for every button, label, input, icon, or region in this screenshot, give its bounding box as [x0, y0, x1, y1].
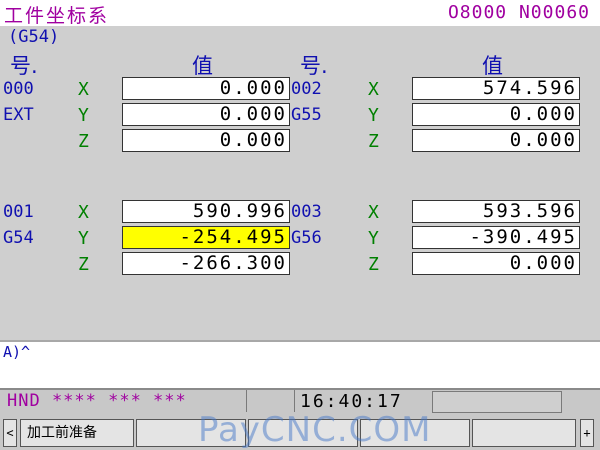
col-header-value-left: 值 [192, 54, 213, 78]
offset-value-field[interactable]: 590.996 [122, 200, 290, 223]
axis-label: Y [78, 105, 89, 126]
screen-title: 工件坐标系 [4, 5, 110, 27]
axis-label: Z [368, 254, 379, 275]
offset-value-field-selected[interactable]: -254.495 [122, 226, 290, 249]
offset-value-field[interactable]: 0.000 [412, 103, 580, 126]
offset-value-field[interactable]: 0.000 [122, 103, 290, 126]
group-number: 000 [3, 79, 34, 99]
col-header-value-right: 值 [482, 54, 503, 78]
axis-label: X [368, 202, 379, 223]
status-divider [294, 390, 295, 412]
axis-label: Y [368, 105, 379, 126]
clock: 16:40:17 [300, 391, 403, 412]
status-divider [246, 390, 247, 412]
program-number: O8000 N00060 [447, 2, 590, 23]
group-number: 001 [3, 202, 34, 222]
offset-value-field[interactable]: 574.596 [412, 77, 580, 100]
col-header-no-right: 号. [300, 54, 328, 78]
offset-value-field[interactable]: -266.300 [122, 252, 290, 275]
offset-value-field[interactable]: 0.000 [412, 252, 580, 275]
axis-label: X [368, 79, 379, 100]
axis-label: Z [78, 131, 89, 152]
input-buffer[interactable]: A)^ [3, 343, 30, 361]
softkey-machining-prep[interactable]: 加工前准备 [20, 419, 134, 447]
group-name: G54 [3, 228, 34, 248]
group-name: G55 [291, 105, 322, 125]
offset-value-field[interactable]: -390.495 [412, 226, 580, 249]
axis-label: X [78, 202, 89, 223]
offset-value-field[interactable]: 593.596 [412, 200, 580, 223]
current-system-label: (G54) [8, 27, 60, 47]
group-name: G56 [291, 228, 322, 248]
col-header-no-left: 号. [10, 54, 38, 78]
softkey-prev-button[interactable]: < [3, 419, 17, 447]
group-number: 002 [291, 79, 322, 99]
softkey-empty[interactable] [472, 419, 576, 447]
axis-label: X [78, 79, 89, 100]
axis-label: Z [78, 254, 89, 275]
softkey-next-button[interactable]: + [580, 419, 594, 447]
axis-label: Z [368, 131, 379, 152]
offset-value-field[interactable]: 0.000 [122, 77, 290, 100]
offset-value-field[interactable]: 0.000 [122, 129, 290, 152]
group-name: EXT [3, 105, 34, 125]
mode-status: HND **** *** *** [7, 391, 187, 411]
group-number: 003 [291, 202, 322, 222]
axis-label: Y [78, 228, 89, 249]
offset-value-field[interactable]: 0.000 [412, 129, 580, 152]
watermark: PayCNC.COM [198, 410, 432, 450]
status-field [432, 391, 562, 413]
axis-label: Y [368, 228, 379, 249]
input-area[interactable] [0, 342, 600, 366]
